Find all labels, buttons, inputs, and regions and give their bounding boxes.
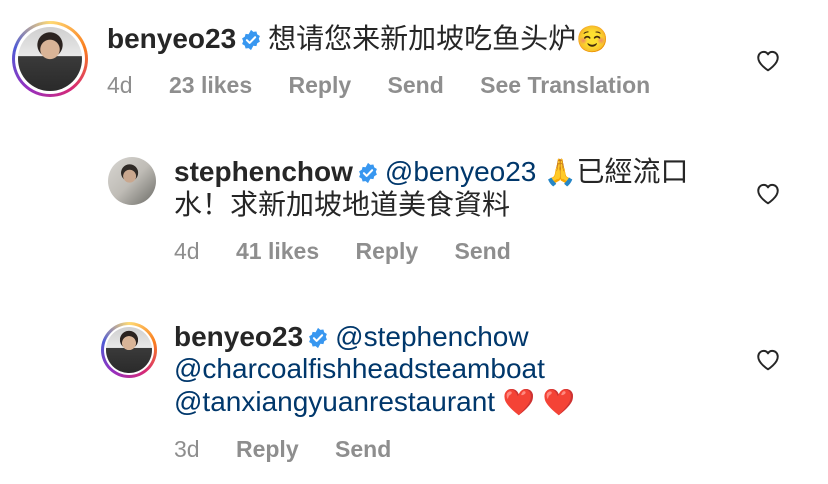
mention-link[interactable]: @stephenchow — [335, 321, 528, 352]
username[interactable]: benyeo23 — [174, 321, 303, 352]
praying-hands-emoji: 🙏 — [544, 157, 577, 187]
mention-link[interactable]: @tanxiangyuanrestaurant — [174, 386, 495, 417]
comment-text: 想请您来新加坡吃鱼头炉 — [268, 23, 577, 54]
timestamp: 4d — [107, 72, 133, 98]
mention-link[interactable]: @charcoalfishheadsteamboat — [174, 352, 545, 386]
reply-button[interactable]: Reply — [356, 238, 419, 264]
comment-text-line3: @tanxiangyuanrestaurant ❤️ ❤️ — [174, 385, 575, 419]
avatar-photo — [108, 157, 156, 205]
send-button[interactable]: Send — [335, 436, 391, 462]
comment-meta: 4d 41 likes Reply Send — [174, 237, 541, 265]
likes-count[interactable]: 41 likes — [236, 238, 319, 264]
verified-badge-icon — [242, 29, 261, 51]
reply-button[interactable]: Reply — [289, 72, 352, 98]
likes-count[interactable]: 23 likes — [169, 72, 252, 98]
send-button[interactable]: Send — [388, 72, 444, 98]
comment-meta: 4d 23 likes Reply Send See Translation — [107, 71, 680, 99]
like-heart-icon[interactable] — [755, 48, 781, 72]
see-translation-button[interactable]: See Translation — [480, 72, 650, 98]
verified-badge-icon — [309, 327, 328, 349]
verified-badge-icon — [359, 162, 377, 184]
comment-body: benyeo23 @stephenchow — [174, 320, 529, 354]
comment-text-line1: 已經流口 — [576, 156, 689, 187]
like-heart-icon[interactable] — [755, 181, 781, 205]
timestamp: 3d — [174, 436, 200, 462]
like-heart-icon[interactable] — [755, 347, 781, 371]
username[interactable]: stephenchow — [174, 156, 353, 187]
reply-button[interactable]: Reply — [236, 436, 299, 462]
send-button[interactable]: Send — [455, 238, 511, 264]
avatar[interactable] — [101, 322, 157, 378]
avatar[interactable] — [108, 157, 156, 205]
avatar-photo — [18, 27, 82, 91]
comment-meta: 3d Reply Send — [174, 435, 421, 463]
red-heart-emoji: ❤️ ❤️ — [502, 387, 575, 417]
comment-body: stephenchow @benyeo23 🙏已經流口 — [174, 155, 689, 189]
timestamp: 4d — [174, 238, 200, 264]
avatar-photo — [106, 327, 152, 373]
comment-text-line2: 水！求新加坡地道美食資料 — [174, 189, 511, 220]
comment-body: benyeo23 想请您来新加坡吃鱼头炉☺️ — [107, 22, 609, 56]
mention-link[interactable]: @benyeo23 — [385, 156, 536, 187]
username[interactable]: benyeo23 — [107, 23, 236, 54]
avatar[interactable] — [12, 21, 88, 97]
smile-emoji: ☺️ — [576, 24, 609, 54]
